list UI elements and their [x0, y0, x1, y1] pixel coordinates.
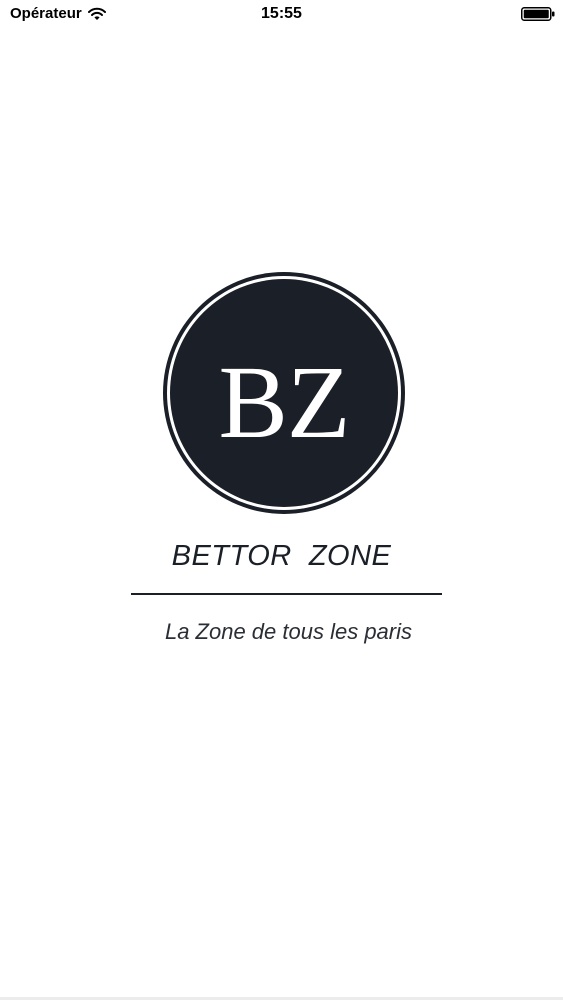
brand-name: BETTOR ZONE: [171, 540, 392, 572]
status-time: 15:55: [261, 5, 302, 22]
divider: [131, 593, 442, 595]
battery-icon: [521, 7, 555, 21]
status-bar: Opérateur 15:55: [0, 0, 563, 30]
logo-monogram: BZ: [219, 345, 350, 460]
bz-logo: BZ: [163, 272, 405, 514]
tagline: La Zone de tous les paris: [164, 619, 413, 644]
